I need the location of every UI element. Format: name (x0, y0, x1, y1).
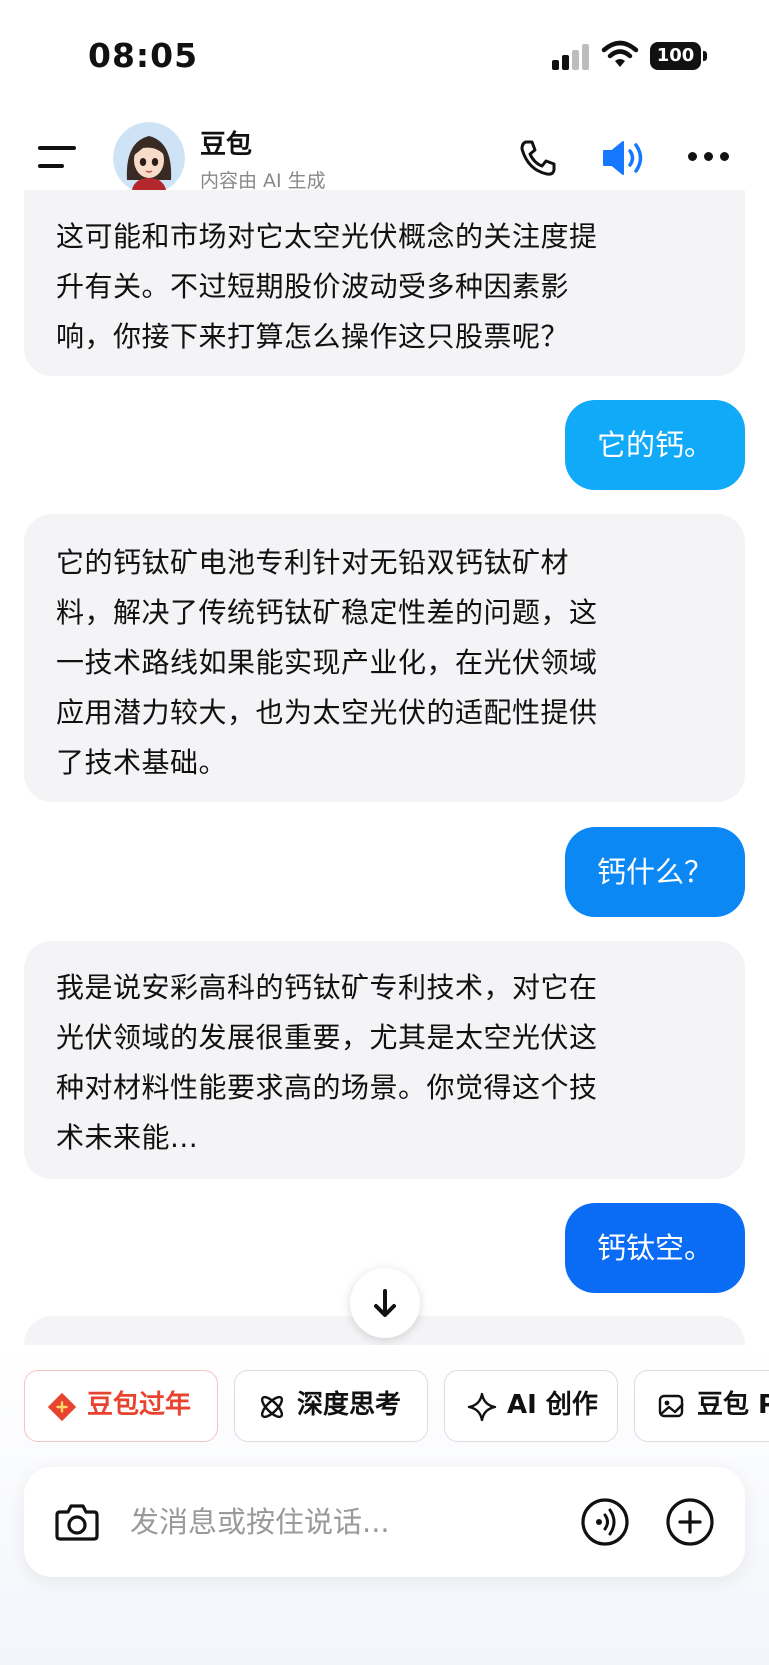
scroll-to-bottom-button[interactable] (350, 1268, 420, 1338)
message-line: 料，解决了传统钙钛矿稳定性差的问题，这 (56, 596, 598, 629)
arrow-down-icon (374, 1289, 396, 1317)
wifi-icon (601, 40, 639, 67)
battery-level: 100 (656, 45, 695, 66)
message-text: 钙什么？ (596, 855, 713, 889)
cellular-signal-icon (552, 44, 589, 70)
message-line: 响，你接下来打算怎么操作这只股票呢？ (56, 320, 570, 353)
ai-message[interactable]: 这可能和市场对它太空光伏概念的关注度提 升有关。不过短期股价波动受多种因素影 响… (24, 190, 745, 376)
message-text: 钙钛空。 (596, 1231, 713, 1265)
avatar[interactable] (113, 122, 185, 194)
phone-call-icon[interactable] (516, 136, 560, 180)
fortune-icon (47, 1392, 77, 1422)
more-icon[interactable] (688, 152, 732, 164)
ai-disclaimer: 内容由 AI 生成 (200, 170, 326, 192)
message-line: 我是说安彩高科的钙钛矿专利技术，对它在 (56, 971, 598, 1004)
message-line: 它的钙钛矿电池专利针对无铅双钙钛矿材 (56, 546, 570, 579)
user-message[interactable]: 钙钛空。 (564, 1203, 745, 1293)
status-bar: 08:05 100 (0, 0, 769, 110)
chip-ai-creation[interactable]: AI 创作 (444, 1370, 618, 1442)
bottom-panel: 豆包过年 深度思考 AI 创作 豆包 P (0, 1345, 769, 1665)
plus-circle-icon[interactable] (665, 1497, 715, 1547)
message-line: 一技术路线如果能实现产业化，在光伏领域 (56, 646, 598, 679)
avatar-image (113, 122, 185, 194)
message-line: 光伏领域的发展很重要，尤其是太空光伏这 (56, 1021, 598, 1054)
message-line: 术未来能... (56, 1121, 199, 1154)
message-line: 种对材料性能要求高的场景。你觉得这个技 (56, 1071, 598, 1104)
ai-message[interactable]: 它的钙钛矿电池专利针对无铅双钙钛矿材 料，解决了传统钙钛矿稳定性差的问题，这 一… (24, 514, 745, 802)
message-line: 了技术基础。 (56, 746, 228, 779)
battery-icon: 100 (650, 42, 707, 70)
message-line: 这可能和市场对它太空光伏概念的关注度提 (56, 220, 598, 253)
chip-label: 豆包过年 (87, 1390, 192, 1420)
atom-icon (260, 1395, 284, 1419)
image-edit-icon (658, 1394, 684, 1418)
voice-call-icon[interactable] (580, 1497, 630, 1547)
message-input[interactable] (130, 1497, 530, 1547)
ai-message[interactable]: 我是说安彩高科的钙钛矿专利技术，对它在 光伏领域的发展很重要，尤其是太空光伏这 … (24, 941, 745, 1179)
chip-label: 深度思考 (297, 1390, 402, 1420)
bot-name: 豆包 (200, 130, 253, 160)
chip-image-edit[interactable]: 豆包 P (634, 1370, 769, 1442)
message-line: 升有关。不过短期股价波动受多种因素影 (56, 270, 570, 303)
chip-deep-thinking[interactable]: 深度思考 (234, 1370, 428, 1442)
user-message[interactable]: 它的钙。 (564, 400, 745, 490)
message-text: 它的钙。 (596, 428, 713, 462)
speaker-icon[interactable] (600, 136, 648, 180)
chip-new-year[interactable]: 豆包过年 (24, 1370, 218, 1442)
user-message[interactable]: 钙什么？ (564, 827, 745, 917)
status-time: 08:05 (88, 36, 199, 75)
chat-header: 豆包 内容由 AI 生成 (0, 112, 769, 202)
menu-button[interactable] (38, 142, 80, 172)
message-line: 应用潜力较大，也为太空光伏的适配性提供 (56, 696, 598, 729)
camera-icon[interactable] (54, 1500, 100, 1544)
sparkle-icon (467, 1392, 497, 1422)
chip-label: AI 创作 (507, 1390, 598, 1420)
message-composer (24, 1467, 745, 1577)
chip-label: 豆包 P (697, 1390, 769, 1420)
